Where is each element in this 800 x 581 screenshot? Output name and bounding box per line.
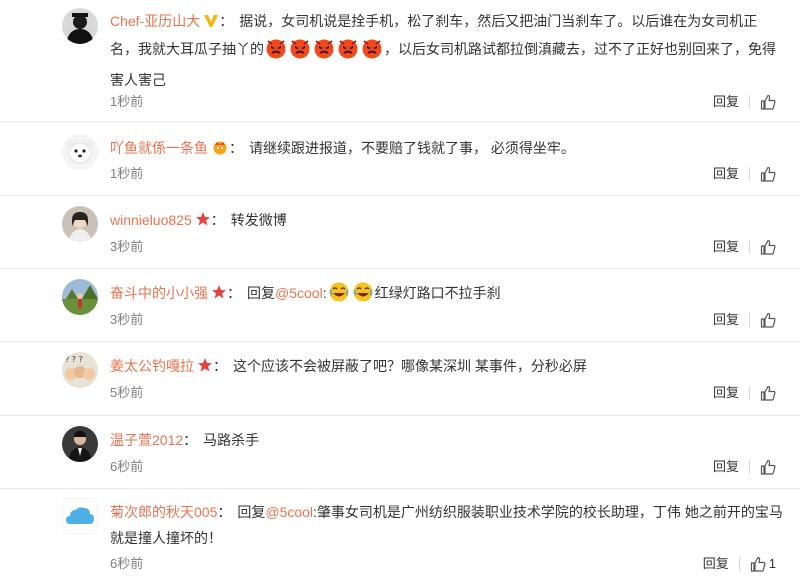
angry-face-emoji-icon: [361, 37, 383, 67]
comment-time: 6秒前: [110, 556, 144, 571]
thumbs-up-icon: [760, 459, 776, 475]
reply-button[interactable]: 回复: [713, 164, 739, 184]
comment-content: 转发微博: [230, 212, 287, 228]
svg-text:? ? ?: ? ? ?: [65, 355, 83, 364]
reply-button[interactable]: 回复: [713, 237, 739, 257]
like-button[interactable]: 1: [750, 554, 776, 574]
like-button[interactable]: [760, 94, 776, 110]
reply-button[interactable]: 回复: [713, 310, 739, 330]
mention-link[interactable]: @5cool: [275, 285, 323, 301]
comment-text: 吖鱼就係一条鱼：请继续跟进报道，不要赔了钱就了事， 必须得坐牢。: [110, 135, 784, 163]
avatar[interactable]: [62, 134, 98, 170]
username-link[interactable]: winnieluo825: [110, 212, 192, 228]
star-badge-icon[interactable]: [195, 209, 211, 235]
comment-item: 温子萱2012： 马路杀手 6秒前 回复: [0, 416, 800, 489]
comment-text: winnieluo825：转发微博: [110, 207, 784, 235]
reply-button[interactable]: 回复: [713, 383, 739, 403]
comment-text: 姜太公钓嘎拉：这个应该不会被屏蔽了吧？哪像某深圳 某事件，分秒必屏: [110, 353, 784, 381]
like-button[interactable]: [760, 459, 776, 475]
avatar[interactable]: [62, 279, 98, 315]
comment-time: 1秒前: [110, 94, 144, 109]
comment-time: 5秒前: [110, 385, 144, 400]
username-link[interactable]: 温子萱2012: [110, 432, 183, 448]
avatar[interactable]: [62, 206, 98, 242]
crown-badge-icon[interactable]: [211, 137, 229, 163]
divider: [749, 460, 750, 474]
comment-item: ? ? ? 姜太公钓嘎拉：这个应该不会被屏蔽了吧？哪像某深圳 某事件，分秒必屏 …: [0, 342, 800, 416]
comment-time: 3秒前: [110, 239, 144, 254]
divider: [749, 95, 750, 109]
divider: [738, 557, 740, 571]
star-badge-icon[interactable]: [197, 355, 213, 381]
angry-face-emoji-icon: [265, 37, 287, 67]
reply-button[interactable]: 回复: [713, 92, 739, 112]
thumbs-up-icon: [760, 312, 776, 328]
divider: [749, 386, 750, 400]
comment-item: Chef-亚历山大：据说，女司机说是拴手机，松了刹车，然后又把油门当刹车了。以后…: [0, 0, 800, 122]
laughing-face-emoji-icon: [352, 281, 374, 311]
username-link[interactable]: Chef-亚历山大: [110, 13, 200, 29]
angry-face-emoji-icon: [337, 37, 359, 67]
comment-text: 菊次郎的秋天005： 回复@5cool:肇事女司机是广州纺织服装职业技术学院的校长…: [110, 504, 783, 546]
like-count: 1: [768, 556, 776, 571]
comment-time: 3秒前: [110, 312, 144, 327]
thumbs-up-icon: [760, 166, 776, 182]
username-link[interactable]: 菊次郎的秋天005: [110, 504, 217, 520]
like-button[interactable]: [760, 312, 776, 328]
star-badge-icon[interactable]: [211, 282, 227, 308]
avatar[interactable]: ? ? ?: [62, 352, 98, 388]
comment-item: 奋斗中的小小强：回复@5cool: 红绿灯路口不拉手刹 3秒前 回复: [0, 269, 800, 342]
thumbs-up-icon: [760, 385, 776, 401]
comment-list: Chef-亚历山大：据说，女司机说是拴手机，松了刹车，然后又把油门当刹车了。以后…: [0, 0, 800, 581]
avatar[interactable]: [62, 498, 98, 534]
avatar[interactable]: [62, 8, 98, 44]
like-button[interactable]: [760, 166, 776, 182]
comment-time: 6秒前: [110, 459, 144, 474]
comment-content: 请继续跟进报道，不要赔了钱就了事， 必须得坐牢。: [249, 140, 575, 156]
laughing-face-emoji-icon: [328, 281, 350, 311]
username-link[interactable]: 吖鱼就係一条鱼: [110, 140, 208, 156]
like-button[interactable]: [760, 385, 776, 401]
comment-item: 菊次郎的秋天005： 回复@5cool:肇事女司机是广州纺织服装职业技术学院的校长…: [0, 489, 800, 581]
divider: [749, 167, 750, 181]
comment-content: 马路杀手: [203, 432, 260, 448]
reply-button[interactable]: 回复: [703, 554, 729, 574]
comment-item: winnieluo825：转发微博 3秒前 回复: [0, 196, 800, 269]
comment-text: Chef-亚历山大：据说，女司机说是拴手机，松了刹车，然后又把油门当刹车了。以后…: [110, 8, 784, 93]
divider: [749, 240, 750, 254]
comment-text: 温子萱2012： 马路杀手: [110, 432, 260, 448]
username-link[interactable]: 姜太公钓嘎拉: [110, 358, 194, 374]
divider: [749, 313, 750, 327]
angry-face-emoji-icon: [313, 37, 335, 67]
thumbs-up-icon: [760, 94, 776, 110]
angry-face-emoji-icon: [289, 37, 311, 67]
comment-text: 奋斗中的小小强：回复@5cool: 红绿灯路口不拉手刹: [110, 280, 784, 311]
comment-time: 1秒前: [110, 166, 144, 181]
like-button[interactable]: [760, 239, 776, 255]
avatar[interactable]: [62, 426, 98, 462]
comment-content: 红绿灯路口不拉手刹: [374, 285, 501, 301]
thumbs-up-icon: [750, 556, 766, 572]
thumbs-up-icon: [760, 239, 776, 255]
vip-v-badge-icon[interactable]: [203, 10, 219, 36]
reply-button[interactable]: 回复: [713, 457, 739, 477]
comment-item: 吖鱼就係一条鱼：请继续跟进报道，不要赔了钱就了事， 必须得坐牢。 1秒前 回复: [0, 122, 800, 196]
comment-content: 这个应该不会被屏蔽了吧？哪像某深圳 某事件，分秒必屏: [233, 358, 587, 374]
username-link[interactable]: 奋斗中的小小强: [110, 285, 208, 301]
mention-link[interactable]: @5cool: [265, 504, 313, 520]
